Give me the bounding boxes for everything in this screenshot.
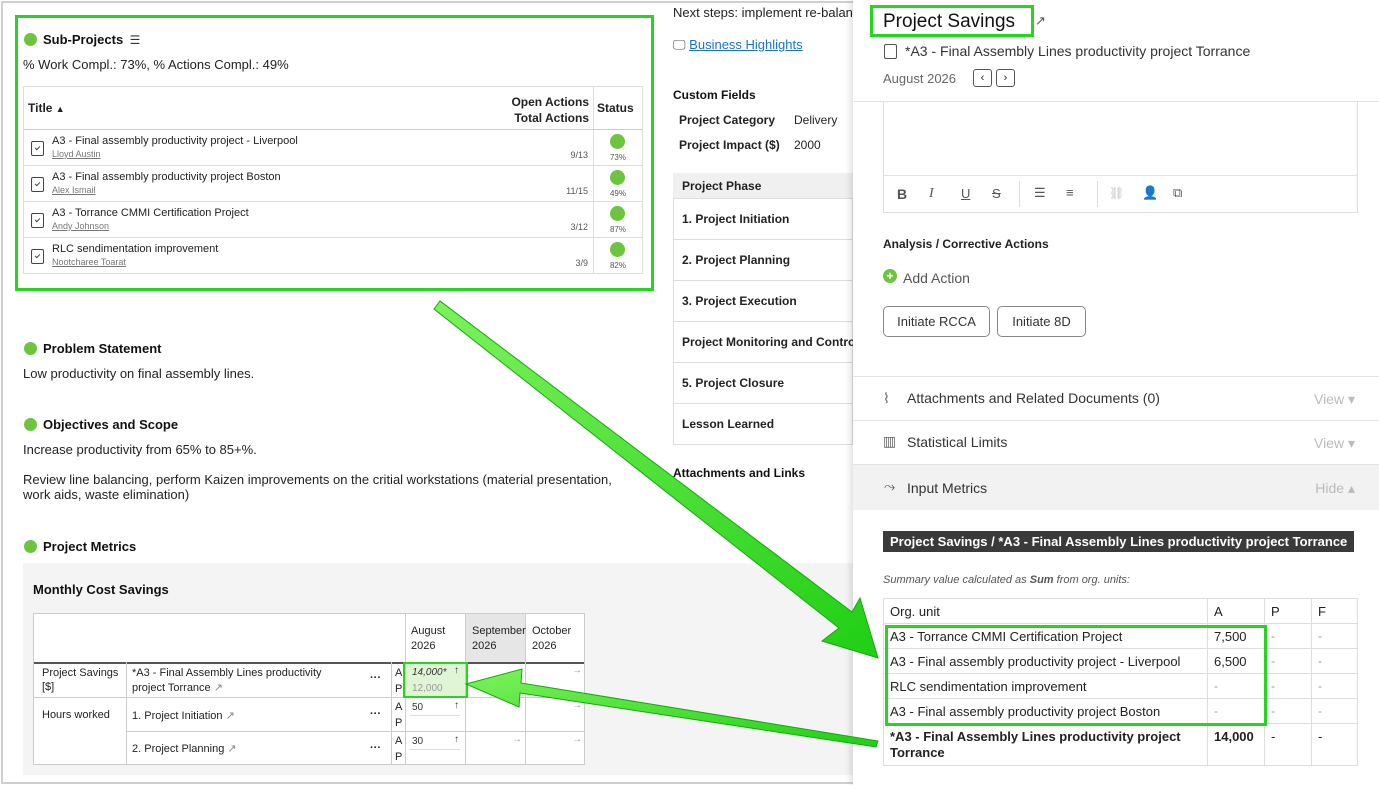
arrow-to-metric-cell: [464, 668, 879, 748]
arrow-to-org-units: [433, 300, 879, 659]
annotation-arrows: [433, 300, 879, 748]
